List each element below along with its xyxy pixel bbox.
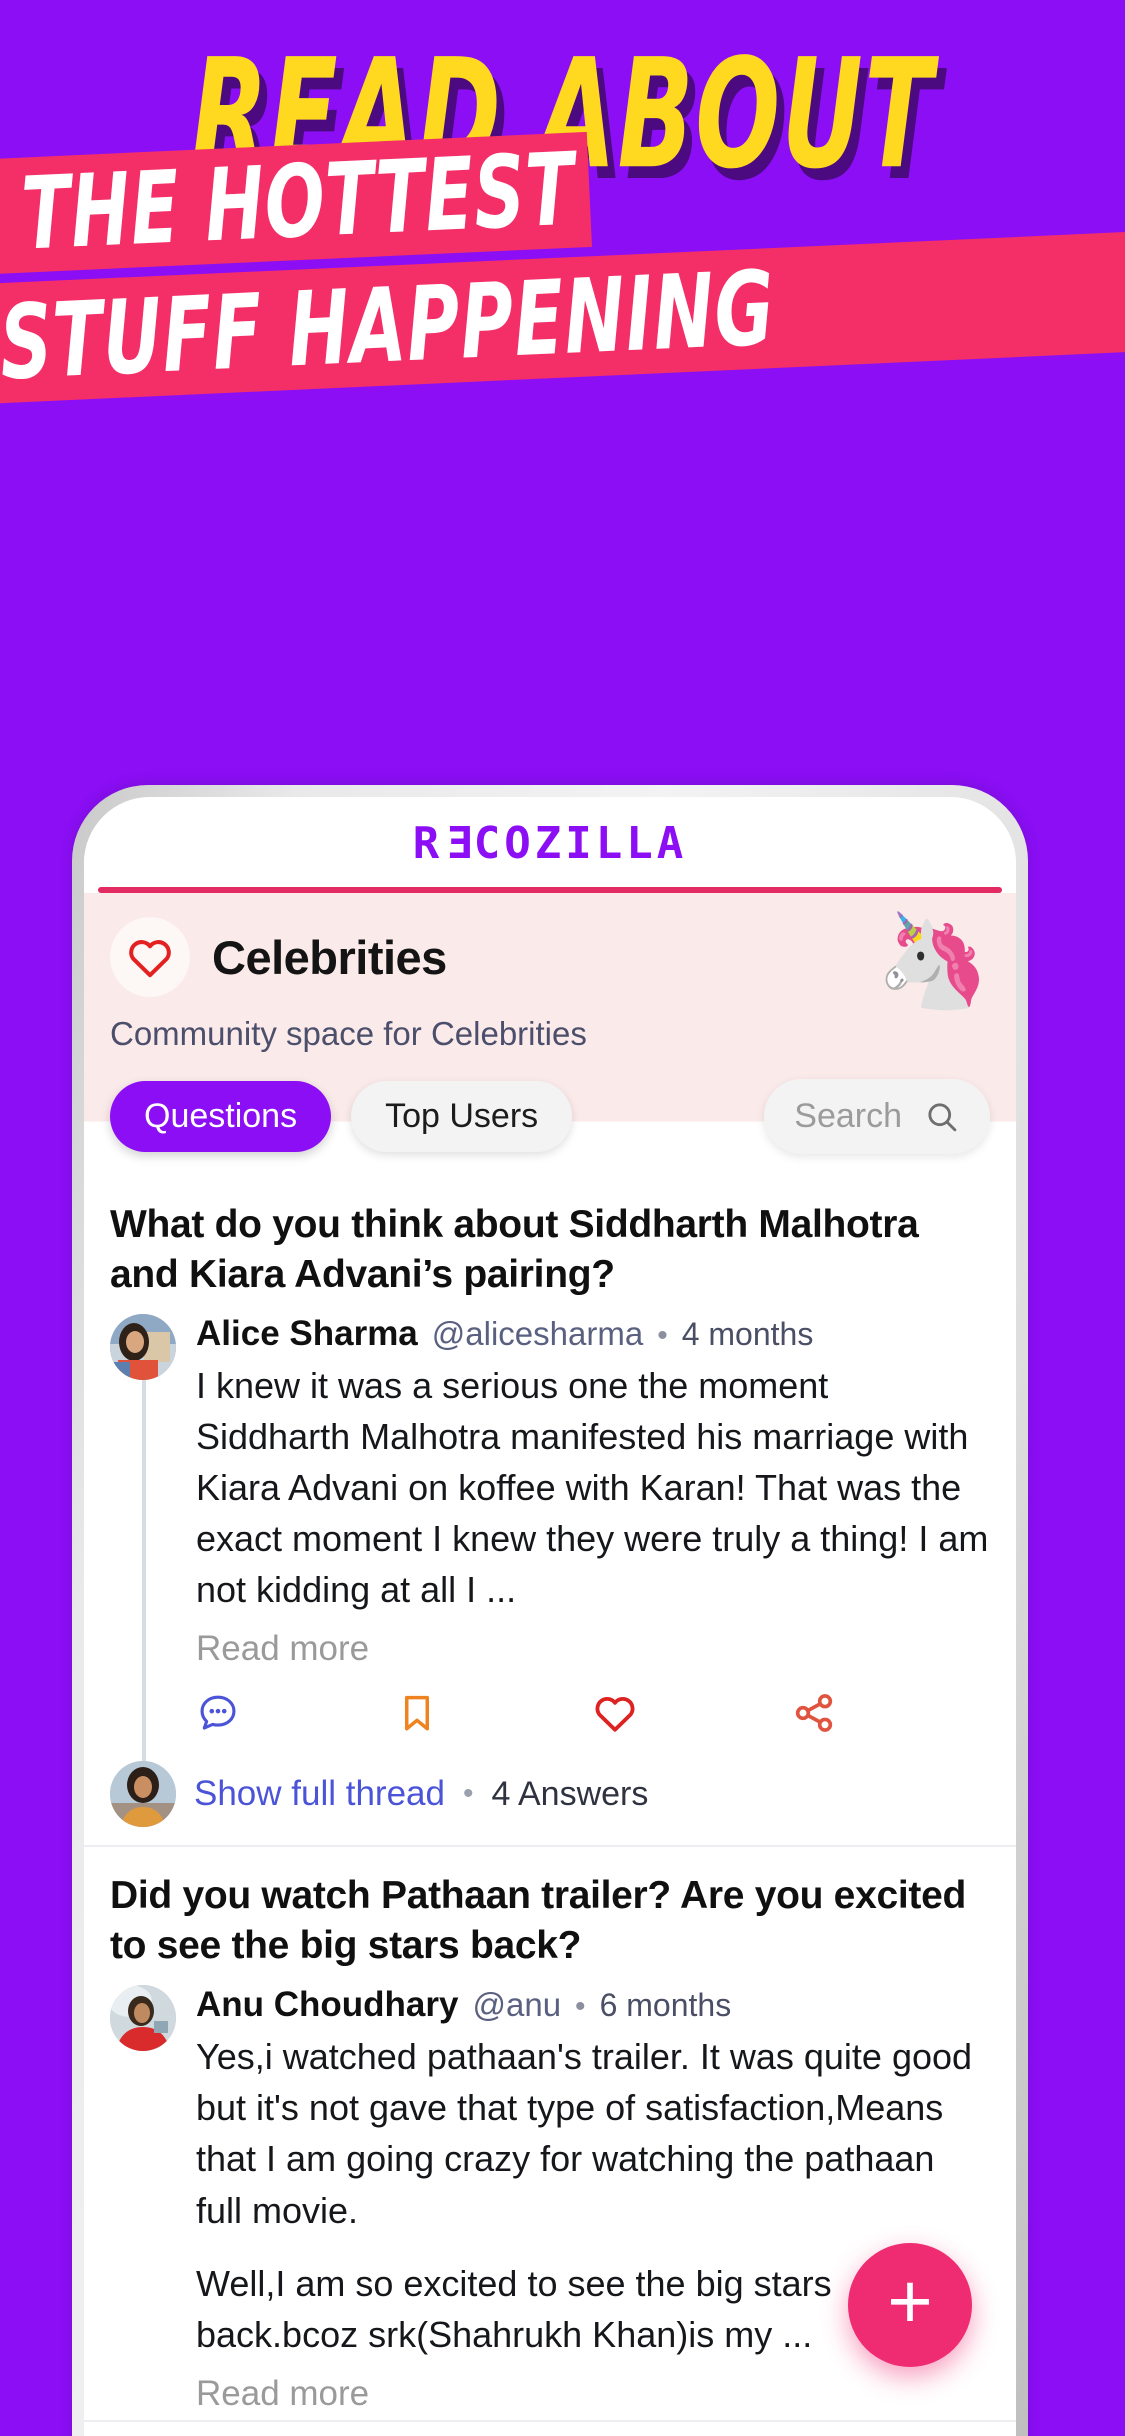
promo-screenshot: READ ABOUT THE HOTTEST STUFF HAPPENING R… bbox=[0, 0, 1125, 2436]
search-icon bbox=[928, 1102, 957, 1131]
thread-avatar[interactable] bbox=[110, 1761, 176, 1828]
read-more-link[interactable]: Read more bbox=[196, 1629, 990, 1669]
avatar-image bbox=[110, 1985, 176, 2052]
answer-body: Alice Sharma @alicesharma • 4 months I k… bbox=[196, 1314, 990, 1746]
post-time: 4 months bbox=[681, 1315, 814, 1352]
brand-flipped-e: E bbox=[443, 817, 474, 869]
avatar-image bbox=[110, 1313, 176, 1380]
thread-separator: • bbox=[462, 1777, 474, 1811]
answer-text: I knew it was a serious one the moment S… bbox=[196, 1360, 990, 1616]
phone-screen: RECOZILLA Celebrities Community space fo… bbox=[84, 797, 1016, 2436]
action-bar bbox=[196, 1691, 990, 1735]
question-feed: What do you think about Siddharth Malhot… bbox=[84, 1176, 1016, 2422]
phone-mockup: RECOZILLA Celebrities Community space fo… bbox=[72, 785, 1028, 2436]
share-icon bbox=[795, 1694, 832, 1733]
community-subtitle: Community space for Celebrities bbox=[110, 1015, 587, 1052]
author-name[interactable]: Anu Choudhary bbox=[196, 1985, 458, 2025]
avatar-image bbox=[110, 1761, 176, 1828]
community-title-row: Celebrities bbox=[110, 917, 990, 997]
bookmark-button[interactable] bbox=[395, 1691, 594, 1735]
comment-button[interactable] bbox=[196, 1691, 395, 1735]
post-time: 6 months bbox=[599, 1987, 732, 2024]
thread-row: Show full thread • 4 Answers bbox=[110, 1751, 990, 1845]
app-logo[interactable]: RECOZILLA bbox=[413, 818, 687, 869]
avatar[interactable] bbox=[110, 1313, 176, 1380]
tab-top-users[interactable]: Top Users bbox=[351, 1081, 573, 1152]
search-input[interactable]: Search bbox=[764, 1079, 990, 1154]
thread-connector bbox=[142, 1379, 146, 1762]
answers-count: 4 Answers bbox=[491, 1774, 649, 1813]
heart-icon bbox=[595, 1697, 635, 1732]
share-button[interactable] bbox=[792, 1691, 991, 1735]
brand-part-1: R bbox=[412, 817, 444, 869]
answer-block: Alice Sharma @alicesharma • 4 months I k… bbox=[110, 1313, 990, 1762]
answer-paragraph: I knew it was a serious one the moment S… bbox=[196, 1364, 989, 1611]
community-title: Celebrities bbox=[212, 930, 447, 984]
answer-paragraph: Yes,i watched pathaan's trailer. It was … bbox=[196, 2036, 973, 2231]
answer-meta: Alice Sharma @alicesharma • 4 months bbox=[196, 1314, 990, 1354]
meta-separator: • bbox=[575, 1990, 586, 2024]
answer-meta: Anu Choudhary @anu • 6 months bbox=[196, 1985, 990, 2025]
promo-headline-line3: STUFF HAPPENING bbox=[0, 248, 778, 403]
promo-headline-line2: THE HOTTEST bbox=[19, 132, 578, 274]
read-more-link[interactable]: Read more bbox=[196, 2374, 990, 2414]
heart-icon bbox=[129, 940, 171, 978]
author-handle[interactable]: @anu bbox=[472, 1986, 561, 2024]
community-header: Celebrities Community space for Celebrit… bbox=[84, 893, 1016, 1071]
search-placeholder: Search bbox=[794, 1097, 902, 1135]
author-name[interactable]: Alice Sharma bbox=[196, 1314, 418, 1354]
post-item[interactable]: What do you think about Siddharth Malhot… bbox=[84, 1176, 1016, 1848]
tabs-row: Questions Top Users Search bbox=[84, 1071, 1016, 1176]
plus-icon: + bbox=[887, 2257, 933, 2345]
tab-questions[interactable]: Questions bbox=[110, 1081, 332, 1152]
author-handle[interactable]: @alicesharma bbox=[432, 1315, 643, 1353]
create-post-fab[interactable]: + bbox=[848, 2243, 972, 2367]
avatar[interactable] bbox=[110, 1985, 176, 2052]
show-full-thread-link[interactable]: Show full thread bbox=[194, 1774, 445, 1814]
app-bar: RECOZILLA bbox=[84, 797, 1016, 875]
answer-block: Anu Choudhary @anu • 6 months Yes,i watc… bbox=[110, 1985, 990, 2420]
community-avatar bbox=[110, 917, 190, 997]
unicorn-icon: 🦄 bbox=[875, 910, 990, 1012]
comment-icon bbox=[200, 1696, 236, 1730]
question-title[interactable]: Did you watch Pathaan trailer? Are you e… bbox=[110, 1861, 990, 1985]
meta-separator: • bbox=[657, 1318, 668, 1352]
question-title[interactable]: What do you think about Siddharth Malhot… bbox=[110, 1190, 990, 1314]
brand-part-2: COZILLA bbox=[473, 817, 688, 869]
promo-band-hottest: THE HOTTEST bbox=[0, 131, 592, 275]
like-button[interactable] bbox=[593, 1693, 792, 1733]
bookmark-icon bbox=[404, 1696, 429, 1731]
